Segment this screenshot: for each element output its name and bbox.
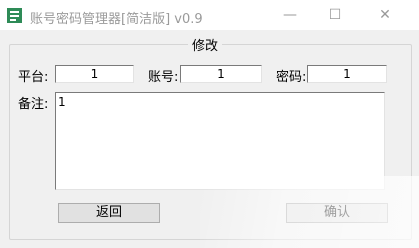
app-window: 账号密码管理器[简洁版] v0.9 — ☐ ✕ 修改 平台: 1 账号: 1 密… xyxy=(0,0,419,248)
window-title: 账号密码管理器[简洁版] v0.9 xyxy=(30,12,203,27)
groupbox-title: 修改 xyxy=(188,35,223,54)
platform-label: 平台: xyxy=(18,70,49,85)
password-label: 密码: xyxy=(276,70,307,85)
password-input[interactable]: 1 xyxy=(307,65,387,83)
app-logo-icon xyxy=(7,8,22,23)
close-button[interactable]: ✕ xyxy=(371,5,399,25)
back-button[interactable]: 返回 xyxy=(58,203,160,223)
account-label: 账号: xyxy=(148,70,179,85)
confirm-button[interactable]: 确认 xyxy=(286,203,388,223)
account-input[interactable]: 1 xyxy=(180,65,262,83)
minimize-button[interactable]: — xyxy=(276,5,304,25)
maximize-button[interactable]: ☐ xyxy=(321,5,349,25)
notes-label: 备注: xyxy=(18,97,49,112)
platform-input[interactable]: 1 xyxy=(55,65,134,83)
notes-textarea[interactable]: 1 xyxy=(55,92,385,190)
title-bar[interactable]: 账号密码管理器[简洁版] v0.9 — ☐ ✕ xyxy=(0,0,419,30)
